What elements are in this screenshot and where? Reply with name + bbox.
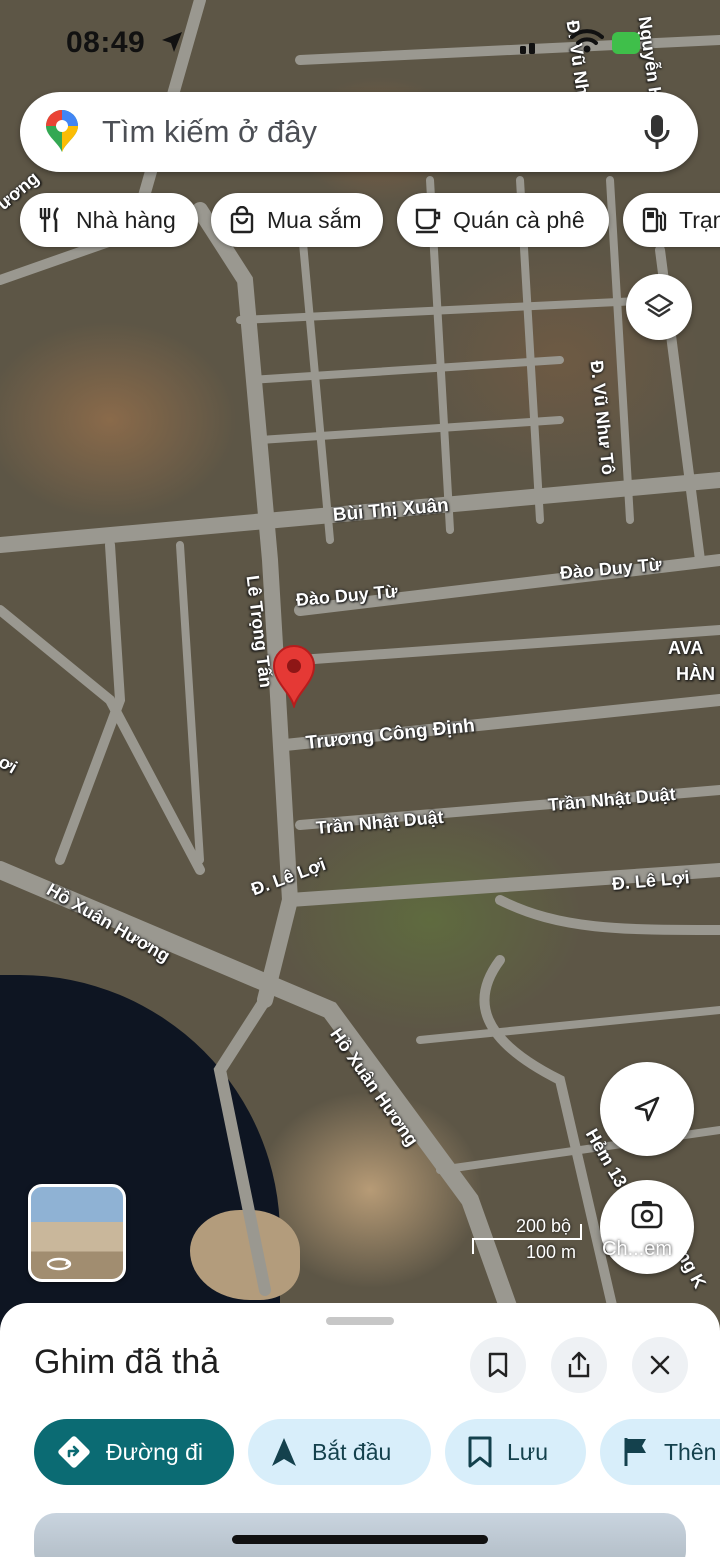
share-icon (568, 1351, 590, 1378)
map-scale: 200 bộ 100 m (470, 1216, 590, 1266)
dropped-pin-marker[interactable] (272, 644, 316, 713)
location-services-icon (162, 32, 182, 52)
wifi-icon (570, 29, 604, 53)
poi-label-ava: AVA (668, 638, 704, 658)
close-button[interactable] (632, 1337, 688, 1393)
camera-search-icon (631, 1201, 663, 1229)
chip-label: Trạm (679, 206, 720, 233)
google-maps-pin-icon (46, 110, 78, 152)
status-time: 08:49 (66, 26, 146, 59)
search-bar[interactable]: Tìm kiếm ở đây (20, 92, 698, 172)
cellular-signal-icon (520, 43, 535, 54)
chip-coffee[interactable]: Quán cà phê (397, 193, 609, 247)
chip-label: Nhà hàng (76, 206, 176, 233)
share-button[interactable] (551, 1337, 607, 1393)
rotate-360-icon (46, 1257, 72, 1271)
shopping-bag-icon (227, 205, 257, 235)
coffee-icon (413, 205, 443, 235)
start-button[interactable]: Bắt đầu (248, 1419, 431, 1485)
scale-bar (472, 1224, 582, 1254)
add-label-label: Thên (664, 1438, 717, 1465)
close-icon (650, 1355, 670, 1375)
bookmark-icon (467, 1436, 493, 1468)
directions-icon (56, 1434, 92, 1470)
search-input[interactable]: Tìm kiếm ở đây (102, 114, 317, 150)
sheet-drag-handle[interactable] (326, 1317, 394, 1325)
bookmark-icon (488, 1352, 508, 1378)
map-view[interactable]: Bùi Thị Xuân Đào Duy Từ Đào Duy Từ Lê Tr… (0, 0, 720, 1340)
poi-label-han: HÀN (676, 664, 715, 684)
flag-icon (622, 1436, 650, 1468)
gas-station-icon (639, 205, 669, 235)
microphone-icon[interactable] (642, 112, 672, 152)
layers-icon (644, 293, 674, 318)
battery-icon (612, 32, 640, 54)
place-title: Ghim đã thả (34, 1343, 220, 1381)
chip-label: Mua sắm (267, 206, 362, 233)
start-label: Bắt đầu (312, 1438, 392, 1465)
chip-label: Quán cà phê (453, 206, 585, 233)
chip-shopping[interactable]: Mua sắm (211, 193, 383, 247)
navigation-arrow-icon (634, 1096, 660, 1122)
status-bar: 08:49 (0, 18, 720, 68)
save-icon-button[interactable] (470, 1337, 526, 1393)
lens-label: Ch...em (602, 1238, 673, 1260)
chip-restaurants[interactable]: Nhà hàng (20, 193, 198, 247)
directions-label: Đường đi (106, 1438, 203, 1465)
street-view-thumbnail[interactable] (28, 1184, 126, 1282)
add-label-button[interactable]: Thên (600, 1419, 720, 1485)
save-button[interactable]: Lưu (445, 1419, 586, 1485)
restaurant-icon (36, 205, 66, 235)
home-indicator (232, 1535, 488, 1544)
directions-button[interactable]: Đường đi (34, 1419, 234, 1485)
layers-button[interactable] (626, 274, 692, 340)
scale-feet: 200 bộ (516, 1216, 572, 1236)
save-label: Lưu (507, 1438, 548, 1465)
place-bottom-sheet[interactable]: Ghim đã thả Đường đi Bắt đầu Lưu Thên (0, 1303, 720, 1557)
navigation-icon (270, 1436, 298, 1468)
chip-gas-station[interactable]: Trạm (623, 193, 720, 247)
scale-meters: 100 m (526, 1242, 577, 1262)
my-location-button[interactable] (600, 1062, 694, 1156)
